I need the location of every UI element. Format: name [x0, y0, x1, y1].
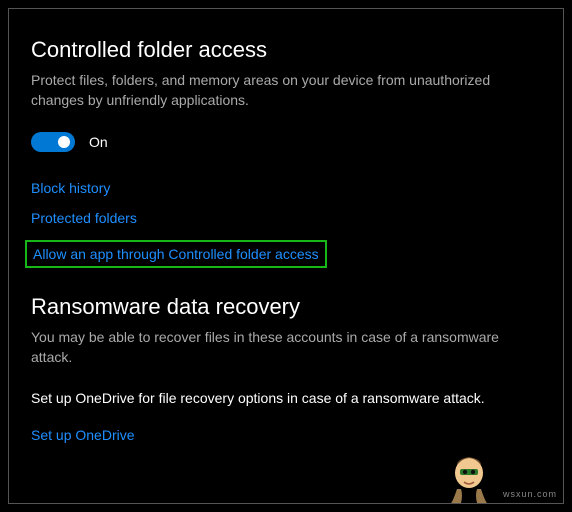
- ransomware-section: Ransomware data recovery You may be able…: [31, 294, 541, 443]
- toggle-state-label: On: [89, 134, 108, 150]
- toggle-row: On: [31, 132, 541, 152]
- setup-onedrive-link[interactable]: Set up OneDrive: [31, 427, 541, 443]
- settings-panel: Controlled folder access Protect files, …: [8, 8, 564, 504]
- controlled-folder-access-title: Controlled folder access: [31, 37, 541, 63]
- controlled-folder-access-desc: Protect files, folders, and memory areas…: [31, 71, 541, 110]
- mascot-icon: [447, 453, 491, 503]
- ransomware-desc: You may be able to recover files in thes…: [31, 328, 541, 367]
- controlled-folder-access-toggle[interactable]: [31, 132, 75, 152]
- highlight-box: Allow an app through Controlled folder a…: [25, 240, 327, 268]
- protected-folders-link[interactable]: Protected folders: [31, 210, 541, 226]
- watermark: wsxun.com: [503, 489, 557, 499]
- toggle-knob: [58, 136, 70, 148]
- ransomware-title: Ransomware data recovery: [31, 294, 541, 320]
- block-history-link[interactable]: Block history: [31, 180, 541, 196]
- onedrive-body: Set up OneDrive for file recovery option…: [31, 389, 541, 409]
- allow-app-link[interactable]: Allow an app through Controlled folder a…: [33, 246, 319, 262]
